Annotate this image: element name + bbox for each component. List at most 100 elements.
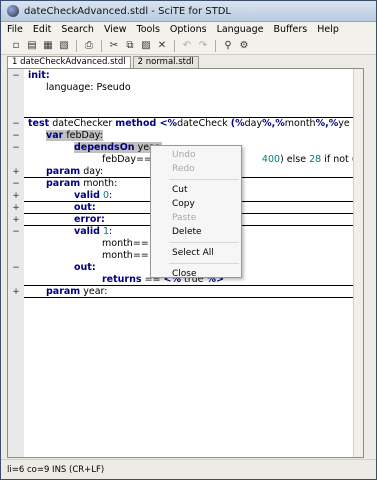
code-token: method <%: [115, 118, 178, 129]
code-token: ) else: [280, 154, 310, 165]
code-token: day:: [80, 166, 104, 177]
code-token: dependsOn: [74, 142, 135, 153]
menu-undo[interactable]: Undo: [151, 148, 241, 162]
code-token: month: [284, 118, 316, 129]
menu-help[interactable]: Help: [317, 24, 339, 35]
menu-delete[interactable]: Delete: [151, 225, 241, 239]
code-token: 0: [99, 190, 109, 201]
code-token: language: Pseudo: [46, 82, 131, 93]
menu-view[interactable]: View: [104, 24, 127, 35]
code-token: param: [46, 166, 81, 177]
tab-normal[interactable]: 2 normal.stdl: [132, 56, 199, 68]
menu-file[interactable]: File: [7, 24, 23, 35]
fold-line: [24, 285, 355, 286]
code-token: year:: [80, 286, 108, 297]
menu-separator: [169, 179, 239, 180]
code-token: %,%: [315, 118, 339, 129]
fold-minus-icon[interactable]: −: [12, 142, 20, 154]
menu-select-all[interactable]: Select All: [151, 246, 241, 260]
code-token: 1: [99, 226, 109, 237]
toolbar-separator: [101, 39, 102, 52]
code-token: :: [109, 190, 113, 201]
fold-minus-icon[interactable]: −: [12, 178, 20, 190]
menu-buffers[interactable]: Buffers: [273, 24, 307, 35]
code-line: language: Pseudo: [24, 82, 353, 94]
code-token: if not (year: [324, 154, 353, 165]
code-token: dateCheck: [177, 118, 231, 129]
fold-minus-icon[interactable]: −: [12, 118, 20, 130]
fold-minus-icon[interactable]: −: [12, 130, 20, 142]
fold-line: [24, 297, 355, 298]
vertical-scrollbar[interactable]: [353, 69, 363, 457]
fold-plus-icon[interactable]: +: [12, 202, 20, 214]
menu-options[interactable]: Options: [170, 24, 207, 35]
menu-separator: [169, 242, 239, 243]
delete-icon[interactable]: ✕: [155, 39, 169, 53]
menu-language[interactable]: Language: [217, 24, 264, 35]
code-token: %,%: [262, 118, 285, 129]
menu-search[interactable]: Search: [61, 24, 94, 35]
code-token: param: [46, 178, 81, 189]
code-line: var febDay:: [24, 130, 353, 142]
code-token: :: [109, 226, 113, 237]
fold-minus-icon[interactable]: −: [12, 262, 20, 274]
code-token: day: [244, 118, 263, 129]
new-icon[interactable]: ▫: [9, 39, 23, 53]
fold-plus-icon[interactable]: +: [12, 190, 20, 202]
toolbar-separator: [174, 39, 175, 52]
fold-minus-icon[interactable]: −: [12, 70, 20, 82]
menu-paste[interactable]: Paste: [151, 211, 241, 225]
toolbar-separator: [76, 39, 77, 52]
code-token: out:: [74, 262, 96, 273]
menu-separator: [169, 263, 239, 264]
redo-icon[interactable]: ↷: [196, 39, 210, 53]
code-token: dateChecker: [49, 118, 116, 129]
menu-redo[interactable]: Redo: [151, 162, 241, 176]
code-token: month==: [102, 250, 149, 261]
fold-line: [24, 117, 355, 118]
status-bar: li=6 co=9 INS (CR+LF): [1, 459, 376, 479]
menu-close[interactable]: Close: [151, 267, 241, 281]
code-token: febDay==: [102, 154, 152, 165]
title-bar[interactable]: dateCheckAdvanced.stdl - SciTE for STDL: [1, 1, 376, 22]
code-token: (%: [230, 118, 245, 129]
undo-icon[interactable]: ↶: [180, 39, 194, 53]
toolbar-separator: [215, 39, 216, 52]
code-token: valid: [74, 226, 100, 237]
code-token: returns: [102, 274, 142, 285]
copy-icon[interactable]: ⧉: [123, 39, 137, 53]
window-title: dateCheckAdvanced.stdl - SciTE for STDL: [24, 5, 231, 17]
app-icon: [7, 5, 19, 17]
find-icon[interactable]: ⚲: [221, 39, 235, 53]
code-token: month==: [102, 238, 149, 249]
code-token: init:: [28, 70, 50, 81]
code-token: out:: [74, 202, 96, 213]
code-token: febDay:: [63, 130, 103, 141]
replace-icon[interactable]: ⚙: [237, 39, 251, 53]
menu-cut[interactable]: Cut: [151, 183, 241, 197]
print-icon[interactable]: ⎙: [82, 39, 96, 53]
cut-icon[interactable]: ✂: [107, 39, 121, 53]
code-line: init:: [24, 70, 353, 82]
code-token: 28: [309, 154, 322, 165]
menu-edit[interactable]: Edit: [33, 24, 51, 35]
paste-icon[interactable]: ▨: [139, 39, 153, 53]
save-icon[interactable]: ▦: [41, 39, 55, 53]
menu-tools[interactable]: Tools: [137, 24, 160, 35]
code-token: month:: [80, 178, 118, 189]
code-token: var: [46, 130, 64, 141]
code-token: valid: [74, 190, 100, 201]
context-menu: Undo Redo Cut Copy Paste Delete Select A…: [150, 145, 242, 281]
close-file-icon[interactable]: ▧: [57, 39, 71, 53]
code-token: ye: [338, 118, 350, 129]
fold-minus-icon[interactable]: −: [12, 226, 20, 238]
code-line: test dateChecker method <%dateCheck (%da…: [24, 118, 353, 130]
tab-datecheckadvanced[interactable]: 1 dateCheckAdvanced.stdl: [7, 56, 131, 68]
fold-plus-icon[interactable]: +: [12, 214, 20, 226]
buffer-tabs: 1 dateCheckAdvanced.stdl 2 normal.stdl: [1, 55, 376, 68]
code-token: test: [28, 118, 50, 129]
fold-plus-icon[interactable]: +: [12, 166, 20, 178]
menu-copy[interactable]: Copy: [151, 197, 241, 211]
open-icon[interactable]: ▤: [25, 39, 39, 53]
fold-plus-icon[interactable]: +: [12, 286, 20, 298]
